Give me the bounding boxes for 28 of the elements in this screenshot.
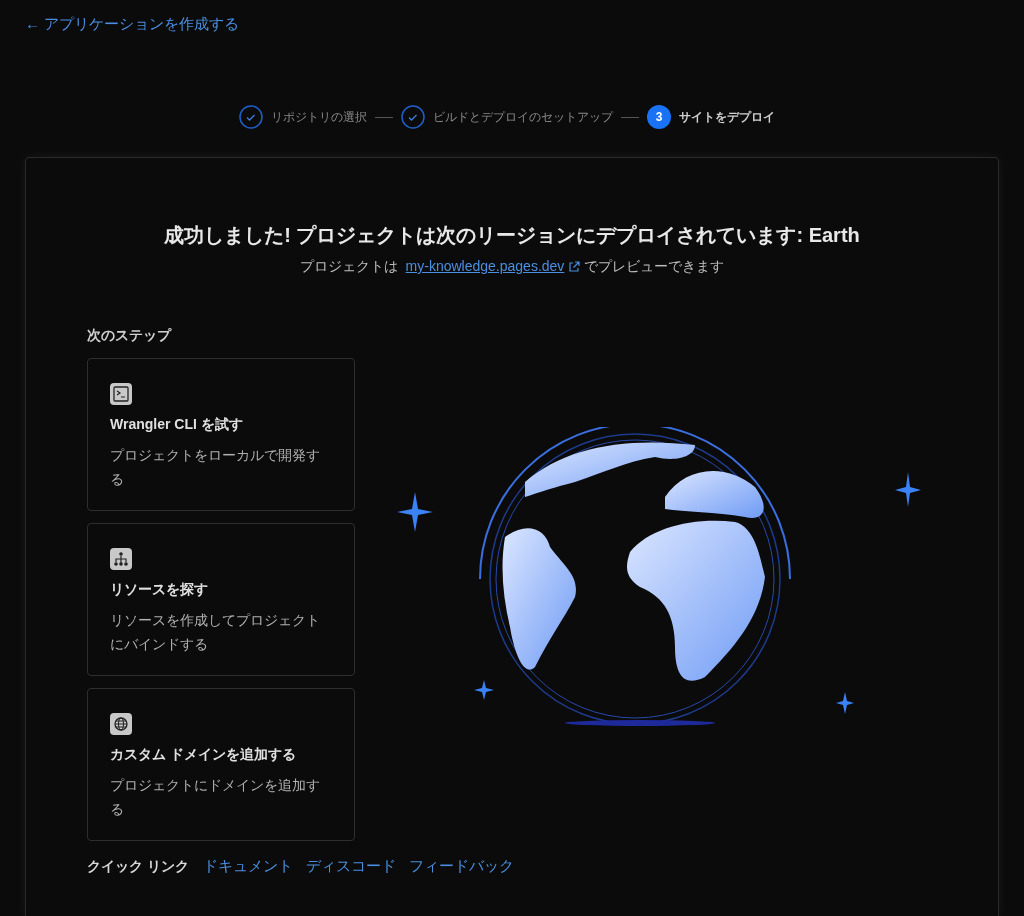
- card-description: プロジェクトにドメインを追加する: [110, 776, 321, 819]
- next-step-card[interactable]: Wrangler CLI を試す プロジェクトをローカルで開発する: [87, 358, 355, 511]
- card-title: Wrangler CLI を試す: [110, 415, 244, 434]
- quick-link[interactable]: ドキュメント: [202, 855, 293, 878]
- back-arrow-icon: ←: [25, 13, 40, 36]
- card-title: リソースを探す: [110, 580, 209, 599]
- terminal-icon: [110, 383, 132, 405]
- next-steps-heading: 次のステップ: [87, 326, 173, 345]
- step-label: リポジトリの選択: [271, 109, 367, 126]
- card-description: リソースを作成してプロジェクトにバインドする: [110, 611, 321, 654]
- preview-link[interactable]: my-knowledge.pages.dev: [405, 256, 565, 277]
- next-step-card[interactable]: カスタム ドメインを追加する プロジェクトにドメインを追加する: [87, 688, 355, 841]
- back-link-label[interactable]: アプリケーションを作成する: [44, 13, 239, 36]
- quick-link[interactable]: フィードバック: [408, 855, 514, 878]
- step-number: 3: [647, 105, 671, 129]
- success-title: 成功しました! プロジェクトは次のリージョンにデプロイされています: Earth: [163, 223, 861, 248]
- preview-text: でプレビューできます: [584, 257, 725, 276]
- quick-link[interactable]: ディスコード: [305, 855, 396, 878]
- preview-text: プロジェクトは: [299, 257, 398, 276]
- quick-links-label: クイック リンク: [87, 856, 189, 876]
- card-description: プロジェクトをローカルで開発する: [110, 446, 321, 489]
- step-label: サイトをデプロイ: [679, 109, 775, 126]
- step-label: ビルドとデプロイのセットアップ: [433, 109, 613, 126]
- globe-icon: [110, 713, 132, 735]
- hierarchy-icon: [110, 548, 132, 570]
- external-link-icon: [568, 260, 581, 273]
- next-step-card[interactable]: リソースを探す リソースを作成してプロジェクトにバインドする: [87, 523, 355, 676]
- card-title: カスタム ドメインを追加する: [110, 745, 297, 764]
